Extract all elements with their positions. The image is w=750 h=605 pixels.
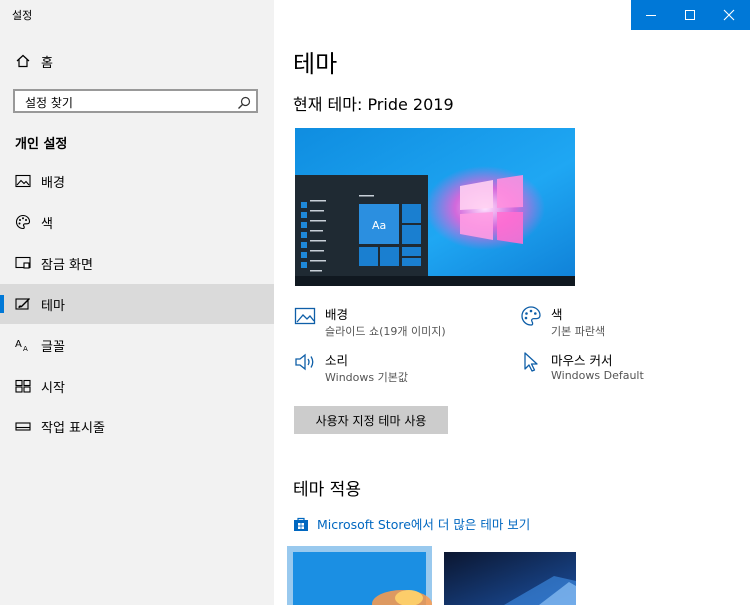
image-icon — [294, 305, 316, 327]
theme-thumbnail-selected[interactable] — [287, 546, 432, 605]
start-icon — [15, 378, 31, 394]
sidebar-item-fonts[interactable]: AA 글꼴 — [0, 325, 274, 365]
taskbar-icon — [15, 418, 31, 434]
current-theme-label: 현재 테마: Pride 2019 — [293, 95, 454, 114]
window-controls — [631, 0, 750, 30]
search-placeholder: 설정 찾기 — [25, 96, 73, 110]
prop-title: 소리 — [325, 353, 349, 368]
sidebar-item-themes[interactable]: 테마 — [0, 284, 274, 324]
search-icon — [237, 95, 251, 109]
close-button[interactable] — [709, 0, 748, 30]
apply-theme-heading: 테마 적용 — [293, 480, 361, 500]
microsoft-store-link[interactable]: Microsoft Store에서 더 많은 테마 보기 — [293, 514, 530, 533]
theme-thumbnail[interactable] — [444, 546, 576, 605]
sidebar-item-start[interactable]: 시작 — [0, 366, 274, 406]
sidebar-item-label: 배경 — [41, 175, 65, 191]
font-icon: AA — [15, 337, 31, 353]
settings-search-input[interactable]: 설정 찾기 — [13, 89, 258, 113]
prop-background[interactable]: 배경 슬라이드 쇼(19개 이미지) — [294, 304, 514, 344]
sidebar-item-taskbar[interactable]: 작업 표시줄 — [0, 406, 274, 446]
page-title: 테마 — [293, 50, 338, 78]
svg-text:A: A — [23, 345, 28, 352]
prop-title: 색 — [551, 307, 563, 322]
svg-text:A: A — [15, 339, 22, 350]
prop-cursor[interactable]: 마우스 커서 Windows Default — [520, 350, 740, 390]
store-icon — [293, 516, 309, 532]
sidebar-item-label: 글꼴 — [41, 339, 65, 355]
sidebar-item-label: 시작 — [41, 380, 65, 396]
maximize-button[interactable] — [670, 0, 709, 30]
sidebar-item-label: 잠금 화면 — [41, 257, 93, 273]
palette-icon — [520, 305, 542, 327]
theme-icon — [15, 296, 31, 312]
window-title: 설정 — [12, 9, 33, 22]
nav-home-label: 홈 — [41, 55, 53, 71]
section-label-personalization: 개인 설정 — [15, 137, 68, 152]
prop-subtitle: Windows 기본값 — [325, 371, 408, 384]
minimize-icon — [645, 15, 656, 16]
save-custom-theme-button[interactable]: 사용자 지정 테마 사용 — [294, 406, 448, 434]
home-icon — [15, 53, 31, 69]
main-content: 테마 현재 테마: Pride 2019 Aa 배경 슬라이드 쇼(19개 이미… — [274, 0, 750, 605]
minimize-button[interactable] — [631, 0, 670, 30]
image-icon — [15, 173, 31, 189]
sidebar-item-color[interactable]: 색 — [0, 202, 274, 242]
close-icon — [723, 9, 734, 21]
sidebar-item-background[interactable]: 배경 — [0, 161, 274, 201]
prop-sound[interactable]: 소리 Windows 기본값 — [294, 350, 514, 390]
lock-screen-icon — [15, 255, 31, 271]
store-link-text: Microsoft Store에서 더 많은 테마 보기 — [317, 517, 531, 532]
nav-home[interactable]: 홈 — [0, 41, 274, 81]
palette-icon — [15, 214, 31, 230]
speaker-icon — [294, 351, 316, 373]
prop-color[interactable]: 색 기본 파란색 — [520, 304, 740, 344]
cursor-icon — [520, 351, 542, 373]
prop-subtitle: 기본 파란색 — [551, 325, 606, 338]
prop-title: 배경 — [325, 307, 349, 322]
prop-title: 마우스 커서 — [551, 353, 613, 368]
sidebar-item-label: 색 — [41, 216, 53, 232]
preview-tile-label: Aa — [372, 219, 386, 232]
theme-preview: Aa — [295, 128, 575, 286]
settings-sidebar: 설정 홈 설정 찾기 개인 설정 배경 색 잠금 화면 테마 A A 글꼴 시작… — [0, 0, 274, 605]
prop-subtitle: Windows Default — [551, 369, 644, 382]
sidebar-item-label: 작업 표시줄 — [41, 420, 105, 436]
sidebar-item-lock-screen[interactable]: 잠금 화면 — [0, 243, 274, 283]
sidebar-item-label: 테마 — [41, 298, 65, 314]
maximize-icon — [684, 10, 695, 20]
prop-subtitle: 슬라이드 쇼(19개 이미지) — [325, 325, 446, 338]
